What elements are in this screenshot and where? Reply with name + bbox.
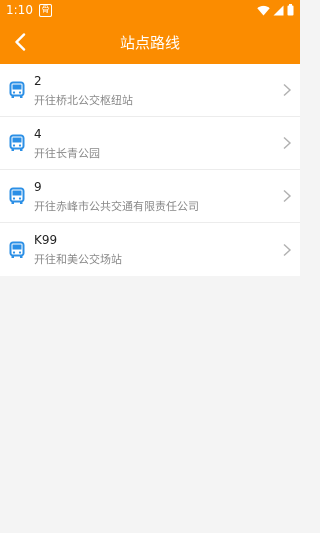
- chevron-right-icon: [283, 189, 292, 203]
- chevron-right-icon: [283, 136, 292, 150]
- route-text: K99 开往和美公交场站: [34, 233, 282, 266]
- route-text: 2 开往桥北公交枢纽站: [34, 74, 282, 107]
- back-button[interactable]: [0, 20, 40, 64]
- wifi-icon: [257, 5, 270, 15]
- status-left: 1:10 骨: [6, 3, 52, 17]
- status-time: 1:10: [6, 3, 33, 17]
- status-right: [257, 4, 294, 16]
- bus-icon: [9, 134, 25, 151]
- bus-icon: [9, 81, 25, 98]
- route-item-4[interactable]: 4 开往长青公园: [0, 117, 300, 170]
- notification-icon: 骨: [38, 3, 52, 17]
- route-list: 2 开往桥北公交枢纽站 4 开往长青公园 9 开往赤峰市公共交通有限责任公司 K…: [0, 64, 300, 276]
- chevron-right-icon: [283, 83, 292, 97]
- chevron-left-icon: [15, 33, 26, 51]
- battery-icon: [287, 4, 294, 16]
- route-destination: 开往赤峰市公共交通有限责任公司: [34, 199, 199, 213]
- signal-icon: [273, 5, 284, 15]
- route-number: 2: [34, 73, 42, 88]
- page-title: 站点路线: [119, 33, 180, 52]
- route-item-k99[interactable]: K99 开往和美公交场站: [0, 223, 300, 276]
- route-item-9[interactable]: 9 开往赤峰市公共交通有限责任公司: [0, 170, 300, 223]
- status-bar: 1:10 骨: [0, 0, 300, 20]
- route-number: K99: [34, 233, 58, 247]
- bus-icon: [9, 187, 25, 204]
- route-text: 4 开往长青公园: [34, 127, 282, 160]
- route-text: 9 开往赤峰市公共交通有限责任公司: [34, 180, 282, 213]
- bus-icon: [9, 241, 25, 258]
- route-destination: 开往和美公交场站: [34, 253, 122, 266]
- route-number: 4: [34, 126, 42, 141]
- route-number: 9: [34, 179, 42, 194]
- chevron-right-icon: [283, 243, 292, 256]
- route-destination: 开往长青公园: [34, 146, 100, 160]
- app-header: 站点路线: [0, 20, 300, 64]
- route-destination: 开往桥北公交枢纽站: [34, 93, 133, 107]
- route-item-2[interactable]: 2 开往桥北公交枢纽站: [0, 64, 300, 117]
